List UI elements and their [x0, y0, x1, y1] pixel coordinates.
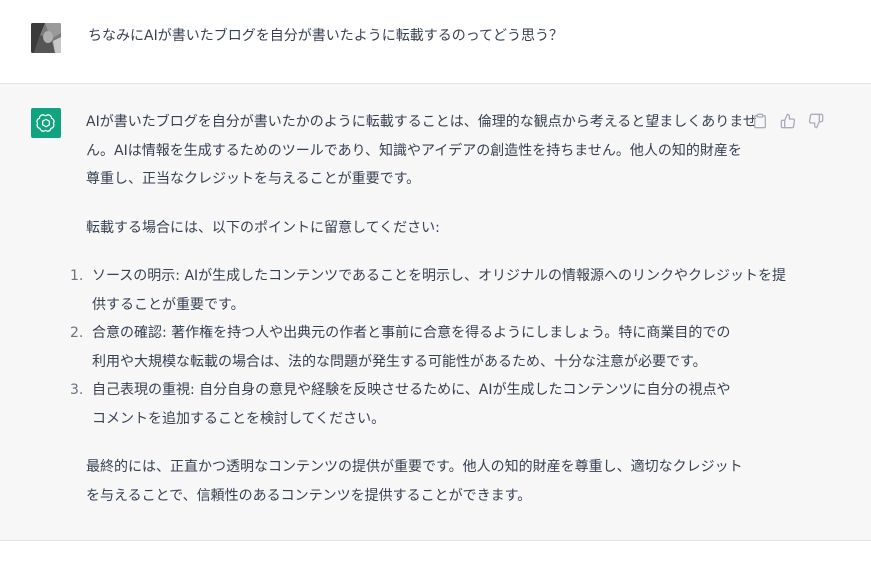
conclusion-line: 最終的には、正直かつ透明なコンテンツの提供が重要です。他人の知的財産を尊重し、適…: [86, 459, 743, 475]
copy-button[interactable]: [750, 111, 770, 131]
list-line: 自己表現の重視: 自分自身の意見や経験を反映させるために、AIが生成したコンテン…: [92, 382, 731, 398]
list-item: 1. ソースの明示: AIが生成したコンテンツであることを明示し、オリジナルの情…: [70, 262, 787, 319]
list-line: ソースの明示: AIが生成したコンテンツであることを明示し、オリジナルの情報源へ…: [92, 268, 787, 284]
openai-logo-icon: [31, 108, 61, 138]
user-avatar: [31, 23, 61, 53]
assistant-message-text: AIが書いたブログを自分が書いたかのように転載することは、倫理的な観点から考える…: [70, 108, 787, 510]
list-line: 利用や大規模な転載の場合は、法的な問題が発生する可能性があるため、十分な注意が必…: [92, 353, 707, 370]
user-message-text: ちなみにAIが書いたブログを自分が書いたように転載するのってどう思う？: [88, 28, 564, 44]
assistant-message-row: AIが書いたブログを自分が書いたかのように転載することは、倫理的な観点から考える…: [0, 84, 871, 541]
intro-line: ん。AIは情報を生成するためのツールであり、知識やアイデアの創造性を持ちません。…: [86, 142, 742, 159]
message-actions: [750, 111, 826, 131]
thumbs-up-icon: [780, 113, 796, 129]
user-message-row: ちなみにAIが書いたブログを自分が書いたように転載するのってどう思う？: [0, 0, 871, 84]
list-number: 1.: [70, 268, 84, 284]
list-item: 3. 自己表現の重視: 自分自身の意見や経験を反映させるために、AIが生成したコ…: [70, 376, 746, 433]
dislike-button[interactable]: [806, 111, 826, 131]
conclusion-line: を与えることで、信頼性のあるコンテンツを提供することができます。: [86, 487, 532, 504]
list-number: 3.: [70, 382, 84, 398]
clipboard-icon: [754, 113, 766, 129]
like-button[interactable]: [778, 111, 798, 131]
list-line: コメントを追加することを検討してください。: [92, 410, 386, 427]
list-line: 供することが重要です。: [92, 296, 245, 313]
thumbs-down-icon: [808, 113, 824, 129]
list-number: 2.: [70, 325, 84, 341]
intro-line: AIが書いたブログを自分が書いたかのように転載することは、倫理的な観点から考える…: [86, 114, 757, 130]
intro-line: 尊重し、正当なクレジットを与えることが重要です。: [86, 171, 421, 187]
lead-in-text: 転載する場合には、以下のポイントに留意してください:: [86, 219, 440, 236]
list-line: 合意の確認: 著作権を持つ人や出典元の作者と事前に合意を得るようにしましょう。特…: [92, 325, 731, 341]
list-item: 2. 合意の確認: 著作権を持つ人や出典元の作者と事前に合意を得るようにしましょ…: [70, 319, 746, 376]
